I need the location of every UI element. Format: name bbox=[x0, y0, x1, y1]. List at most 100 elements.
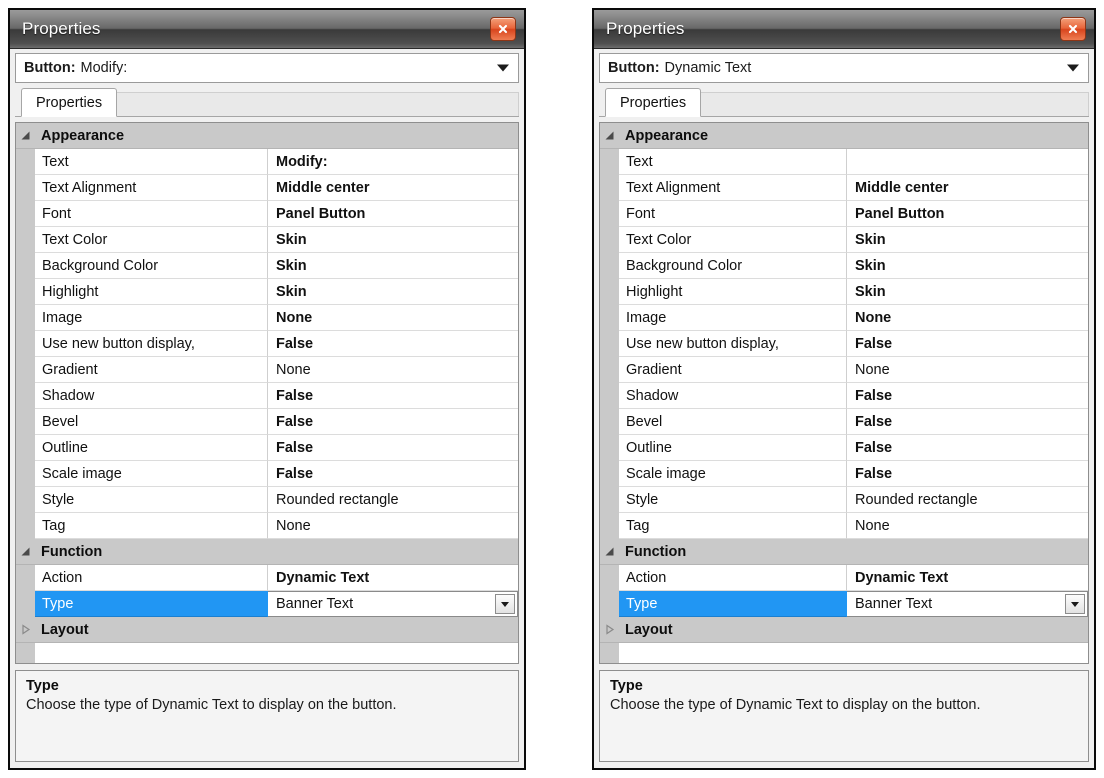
property-row[interactable]: Highlight Skin bbox=[600, 279, 1088, 305]
property-value-cell[interactable]: Skin bbox=[268, 279, 518, 305]
property-row[interactable]: Outline False bbox=[600, 435, 1088, 461]
property-row[interactable]: Style Rounded rectangle bbox=[16, 487, 518, 513]
property-value-cell[interactable]: Dynamic Text bbox=[847, 565, 1088, 591]
property-value-cell[interactable]: False bbox=[847, 435, 1088, 461]
property-value-cell[interactable]: None bbox=[847, 305, 1088, 331]
property-value-cell[interactable]: Skin bbox=[847, 279, 1088, 305]
property-value-cell[interactable]: Panel Button bbox=[847, 201, 1088, 227]
property-name-cell[interactable]: Tag bbox=[619, 513, 847, 539]
property-value-cell[interactable]: False bbox=[268, 383, 518, 409]
property-value-cell[interactable]: False bbox=[847, 383, 1088, 409]
property-group-layout[interactable]: Layout bbox=[16, 617, 518, 643]
triangle-expanded-icon[interactable] bbox=[600, 546, 619, 557]
property-row[interactable]: Type Banner Text bbox=[600, 591, 1088, 617]
property-value-cell[interactable]: False bbox=[268, 461, 518, 487]
property-value-cell[interactable]: False bbox=[847, 409, 1088, 435]
property-name-cell[interactable]: Type bbox=[35, 591, 268, 617]
property-value-cell[interactable]: False bbox=[268, 435, 518, 461]
property-row[interactable]: Scale image False bbox=[16, 461, 518, 487]
property-group-appearance[interactable]: Appearance bbox=[16, 123, 518, 149]
triangle-collapsed-icon[interactable] bbox=[600, 624, 619, 635]
property-value-cell[interactable]: Banner Text bbox=[268, 591, 518, 617]
property-name-cell[interactable]: Gradient bbox=[619, 357, 847, 383]
object-selector[interactable]: Button: Modify: bbox=[15, 53, 519, 83]
property-name-cell[interactable]: Background Color bbox=[35, 253, 268, 279]
property-name-cell[interactable]: Shadow bbox=[619, 383, 847, 409]
triangle-expanded-icon[interactable] bbox=[16, 130, 35, 141]
property-value-cell[interactable]: Middle center bbox=[847, 175, 1088, 201]
property-row[interactable]: Action Dynamic Text bbox=[16, 565, 518, 591]
property-name-cell[interactable]: Bevel bbox=[619, 409, 847, 435]
property-row[interactable]: Highlight Skin bbox=[16, 279, 518, 305]
property-value-cell[interactable] bbox=[847, 149, 1088, 175]
property-row[interactable]: Font Panel Button bbox=[16, 201, 518, 227]
property-row[interactable]: Text Color Skin bbox=[16, 227, 518, 253]
property-name-cell[interactable]: Style bbox=[35, 487, 268, 513]
property-value-cell[interactable]: None bbox=[268, 305, 518, 331]
property-group-appearance[interactable]: Appearance bbox=[600, 123, 1088, 149]
chevron-down-icon[interactable] bbox=[497, 64, 509, 72]
property-name-cell[interactable]: Bevel bbox=[35, 409, 268, 435]
property-row[interactable]: Font Panel Button bbox=[600, 201, 1088, 227]
property-name-cell[interactable]: Use new button display, bbox=[619, 331, 847, 357]
property-value-cell[interactable]: Rounded rectangle bbox=[847, 487, 1088, 513]
property-value-cell[interactable]: False bbox=[268, 409, 518, 435]
property-name-cell[interactable]: Scale image bbox=[35, 461, 268, 487]
property-row[interactable]: Use new button display, False bbox=[600, 331, 1088, 357]
property-value-cell[interactable]: Skin bbox=[268, 253, 518, 279]
property-row[interactable]: Background Color Skin bbox=[600, 253, 1088, 279]
property-row[interactable]: Text Color Skin bbox=[600, 227, 1088, 253]
property-value-cell[interactable]: Modify: bbox=[268, 149, 518, 175]
property-row[interactable]: Text Modify: bbox=[16, 149, 518, 175]
property-row[interactable]: Image None bbox=[16, 305, 518, 331]
property-value-cell[interactable]: Middle center bbox=[268, 175, 518, 201]
property-row[interactable]: Tag None bbox=[600, 513, 1088, 539]
property-value-cell[interactable]: Skin bbox=[847, 253, 1088, 279]
property-name-cell[interactable]: Outline bbox=[35, 435, 268, 461]
property-row[interactable]: Style Rounded rectangle bbox=[600, 487, 1088, 513]
tab-properties[interactable]: Properties bbox=[21, 88, 118, 117]
property-row[interactable]: Image None bbox=[600, 305, 1088, 331]
chevron-down-icon[interactable] bbox=[1065, 594, 1085, 614]
property-value-cell[interactable]: None bbox=[268, 513, 518, 539]
property-row[interactable]: Text Alignment Middle center bbox=[600, 175, 1088, 201]
property-row[interactable]: Background Color Skin bbox=[16, 253, 518, 279]
property-name-cell[interactable]: Text Color bbox=[35, 227, 268, 253]
property-value-cell[interactable]: Dynamic Text bbox=[268, 565, 518, 591]
property-value-cell[interactable]: Skin bbox=[268, 227, 518, 253]
property-name-cell[interactable]: Gradient bbox=[35, 357, 268, 383]
property-group-layout[interactable]: Layout bbox=[600, 617, 1088, 643]
property-value-cell[interactable]: Panel Button bbox=[268, 201, 518, 227]
property-value-cell[interactable]: Skin bbox=[847, 227, 1088, 253]
property-name-cell[interactable]: Action bbox=[35, 565, 268, 591]
property-name-cell[interactable]: Highlight bbox=[35, 279, 268, 305]
triangle-collapsed-icon[interactable] bbox=[16, 624, 35, 635]
property-name-cell[interactable]: Use new button display, bbox=[35, 331, 268, 357]
property-row[interactable]: Scale image False bbox=[600, 461, 1088, 487]
property-value-cell[interactable]: None bbox=[847, 357, 1088, 383]
chevron-down-icon[interactable] bbox=[1067, 64, 1079, 72]
property-name-cell[interactable]: Highlight bbox=[619, 279, 847, 305]
property-row[interactable]: Bevel False bbox=[16, 409, 518, 435]
property-row[interactable]: Shadow False bbox=[600, 383, 1088, 409]
property-value-cell[interactable]: None bbox=[268, 357, 518, 383]
property-group-function[interactable]: Function bbox=[600, 539, 1088, 565]
property-row[interactable]: Bevel False bbox=[600, 409, 1088, 435]
property-name-cell[interactable]: Action bbox=[619, 565, 847, 591]
close-icon[interactable] bbox=[490, 17, 516, 41]
property-name-cell[interactable]: Tag bbox=[35, 513, 268, 539]
property-name-cell[interactable]: Text bbox=[35, 149, 268, 175]
property-name-cell[interactable]: Font bbox=[35, 201, 268, 227]
property-name-cell[interactable]: Outline bbox=[619, 435, 847, 461]
property-name-cell[interactable]: Image bbox=[619, 305, 847, 331]
property-value-cell[interactable]: Banner Text bbox=[847, 591, 1088, 617]
property-name-cell[interactable]: Image bbox=[35, 305, 268, 331]
property-row[interactable]: Text bbox=[600, 149, 1088, 175]
property-row[interactable]: Action Dynamic Text bbox=[600, 565, 1088, 591]
tab-properties[interactable]: Properties bbox=[605, 88, 702, 117]
property-name-cell[interactable]: Background Color bbox=[619, 253, 847, 279]
property-row[interactable]: Type Banner Text bbox=[16, 591, 518, 617]
property-row[interactable]: Shadow False bbox=[16, 383, 518, 409]
property-value-cell[interactable]: Rounded rectangle bbox=[268, 487, 518, 513]
property-row[interactable]: Use new button display, False bbox=[16, 331, 518, 357]
